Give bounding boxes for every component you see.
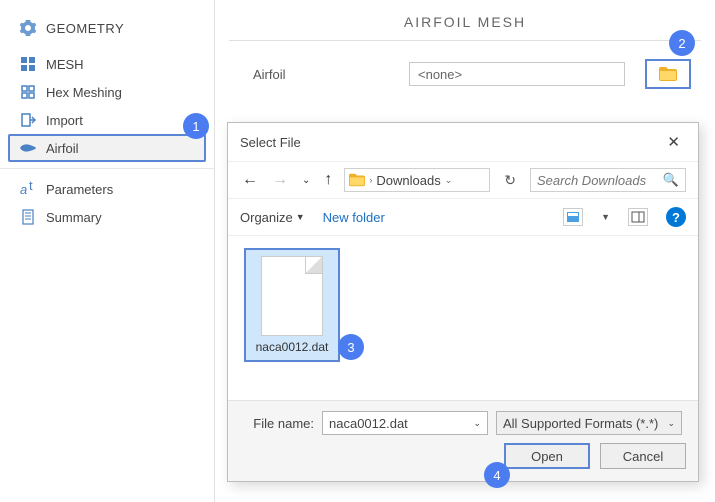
organize-button[interactable]: Organize ▼ <box>240 210 305 225</box>
view-mode-button[interactable] <box>563 208 583 226</box>
dialog-toolbar: Organize ▼ New folder ▼ ? <box>228 199 698 236</box>
callout-2: 2 <box>669 30 695 56</box>
svg-text:a: a <box>20 182 27 197</box>
new-folder-button[interactable]: New folder <box>323 210 385 225</box>
sidebar-item-airfoil[interactable]: Airfoil <box>8 134 206 162</box>
view-caret[interactable]: ▼ <box>601 212 610 222</box>
import-icon <box>20 112 36 128</box>
summary-icon <box>20 209 36 225</box>
file-name: naca0012.dat <box>256 340 329 354</box>
callout-1: 1 <box>183 113 209 139</box>
chevron-right-icon: › <box>369 175 372 185</box>
dialog-footer: File name: naca0012.dat ⌄ All Supported … <box>228 400 698 481</box>
sidebar-item-hex-meshing[interactable]: Hex Meshing <box>0 78 214 106</box>
search-box[interactable]: 🔍 <box>530 168 686 192</box>
close-button[interactable]: ✕ <box>661 131 686 153</box>
help-button[interactable]: ? <box>666 207 686 227</box>
divider <box>0 168 214 169</box>
nav-label: MESH <box>46 57 84 72</box>
back-button[interactable]: ← <box>240 171 260 189</box>
field-label: Airfoil <box>253 67 393 82</box>
grid-icon <box>20 56 36 72</box>
file-list[interactable]: naca0012.dat <box>228 236 698 400</box>
dialog-titlebar: Select File ✕ <box>228 123 698 161</box>
up-button[interactable]: ↑ <box>322 171 334 189</box>
browse-button[interactable] <box>645 59 691 89</box>
chevron-down-icon: ⌄ <box>445 175 453 186</box>
sidebar-item-import[interactable]: Import <box>0 106 214 134</box>
nav-label: Summary <box>46 210 102 225</box>
folder-icon <box>659 67 677 81</box>
divider <box>229 40 701 41</box>
file-name-combo[interactable]: naca0012.dat ⌄ <box>322 411 488 435</box>
recent-caret[interactable]: ⌄ <box>300 175 312 186</box>
chevron-down-icon: ⌄ <box>473 418 481 429</box>
sidebar-item-summary[interactable]: Summary <box>0 203 214 231</box>
sidebar-item-mesh[interactable]: MESH <box>0 50 214 78</box>
hex-icon <box>20 84 36 100</box>
chevron-down-icon: ▼ <box>296 212 305 222</box>
file-icon <box>261 256 323 336</box>
nav-label: Hex Meshing <box>46 85 122 100</box>
airfoil-value[interactable]: <none> <box>409 62 625 86</box>
breadcrumb[interactable]: › Downloads ⌄ <box>344 168 490 192</box>
search-icon: 🔍 <box>663 172 679 188</box>
sidebar-item-parameters[interactable]: at Parameters <box>0 175 214 203</box>
parameters-icon: at <box>20 181 36 197</box>
cancel-button[interactable]: Cancel <box>600 443 686 469</box>
nav-label: Import <box>46 113 83 128</box>
airfoil-row: Airfoil <none> <box>229 59 701 89</box>
file-item-selected[interactable]: naca0012.dat <box>244 248 340 362</box>
gear-icon <box>20 20 36 36</box>
section-label: GEOMETRY <box>46 21 124 36</box>
svg-text:t: t <box>29 181 33 193</box>
file-name-label: File name: <box>240 416 314 431</box>
preview-pane-button[interactable] <box>628 208 648 226</box>
file-dialog: Select File ✕ ← → ⌄ ↑ › Downloads ⌄ ↻ 🔍 … <box>227 122 699 482</box>
chevron-down-icon: ⌄ <box>667 418 675 429</box>
open-button[interactable]: Open <box>504 443 590 469</box>
nav-label: Parameters <box>46 182 113 197</box>
dialog-title: Select File <box>240 135 301 150</box>
callout-4: 4 <box>484 462 510 488</box>
section-geometry: GEOMETRY <box>0 14 214 50</box>
path-segment[interactable]: Downloads ⌄ <box>376 173 452 188</box>
airfoil-icon <box>20 140 36 156</box>
refresh-button[interactable]: ↻ <box>500 172 520 189</box>
search-input[interactable] <box>537 173 657 188</box>
forward-button[interactable]: → <box>270 171 290 189</box>
dialog-nav: ← → ⌄ ↑ › Downloads ⌄ ↻ 🔍 <box>228 161 698 199</box>
nav-label: Airfoil <box>46 141 79 156</box>
folder-icon <box>349 173 365 187</box>
callout-3: 3 <box>338 334 364 360</box>
file-filter-combo[interactable]: All Supported Formats (*.*) ⌄ <box>496 411 682 435</box>
page-title: AIRFOIL MESH <box>229 0 701 40</box>
sidebar: GEOMETRY MESH Hex Meshing Import Airfoil <box>0 0 215 502</box>
